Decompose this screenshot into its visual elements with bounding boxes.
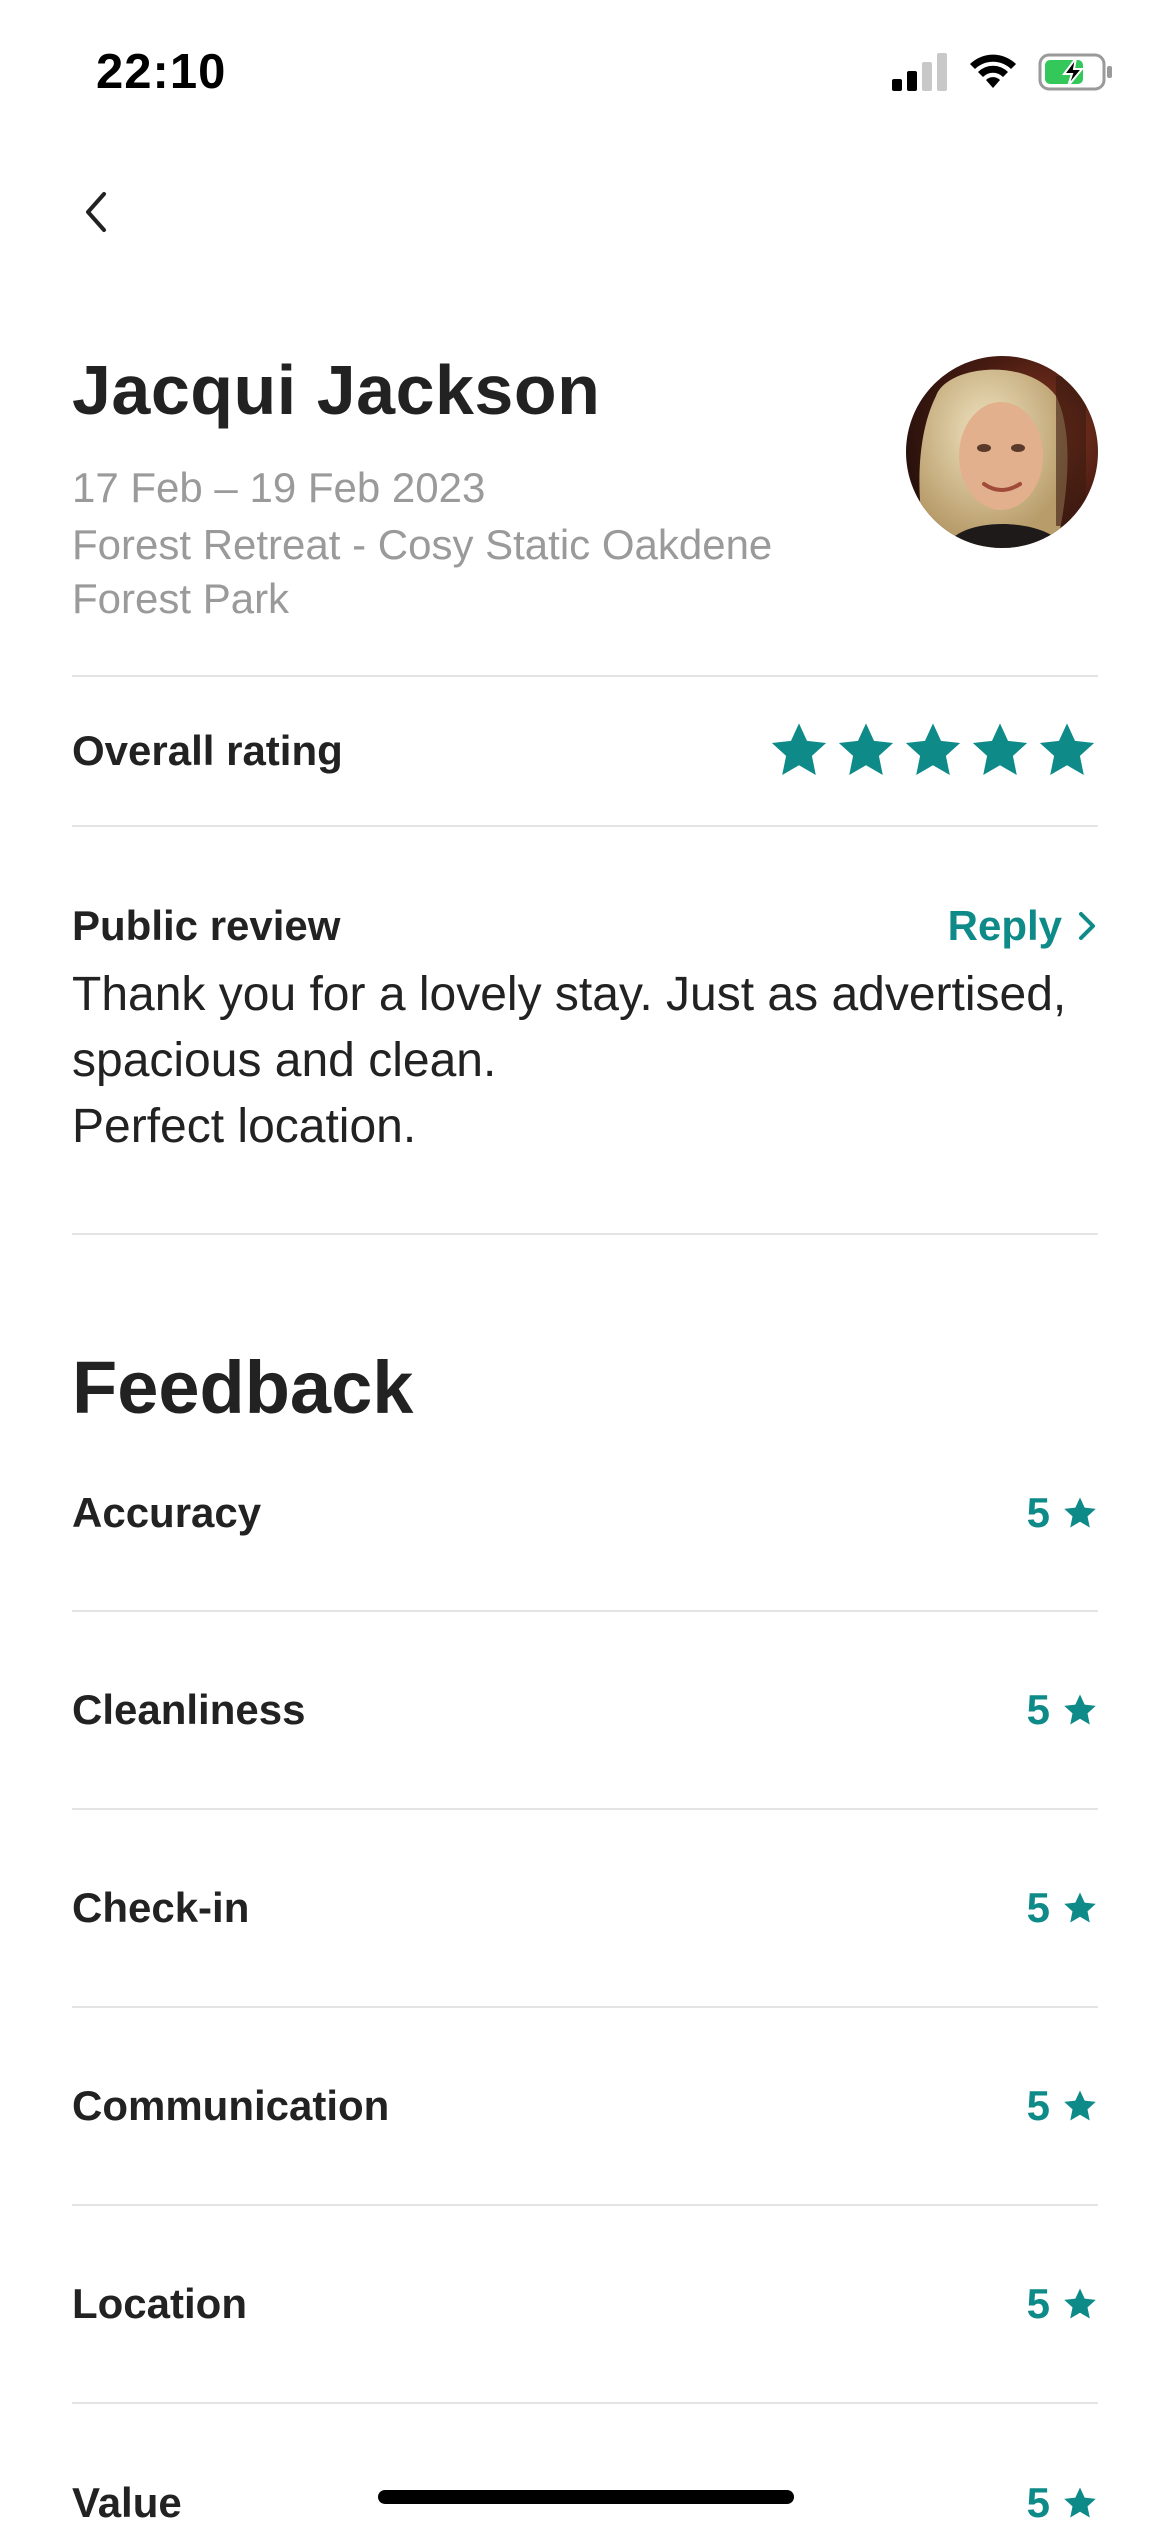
home-indicator[interactable]	[378, 2490, 794, 2504]
feedback-score-value: 5	[1026, 1489, 1050, 1536]
star-icon	[1064, 1891, 1096, 1922]
feedback-row-location: Location 5	[72, 2206, 1098, 2404]
feedback-score-value: 5	[1026, 1884, 1050, 1931]
chevron-left-icon	[86, 192, 106, 232]
feedback-score: 5	[1027, 2280, 1098, 2328]
status-bar: 22:10	[0, 0, 1170, 140]
feedback-score-value: 5	[1026, 2280, 1050, 2327]
feedback-score: 5	[1027, 2082, 1098, 2130]
feedback-label: Check-in	[72, 1884, 250, 1931]
feedback-score-value: 5	[1026, 2082, 1050, 2129]
overall-rating-row: Overall rating	[72, 676, 1098, 826]
feedback-row-check-in: Check-in 5	[72, 1810, 1098, 2008]
feedback-score-value: 5	[1026, 1686, 1050, 1733]
feedback-score: 5	[1027, 1489, 1098, 1537]
feedback-row-cleanliness: Cleanliness 5	[72, 1612, 1098, 1810]
star-icon	[1064, 2486, 1096, 2517]
review-line: Thank you for a lovely stay. Just as adv…	[72, 968, 1067, 1021]
feedback-label: Location	[72, 2280, 247, 2327]
feedback-score: 5	[1027, 2479, 1098, 2527]
back-button[interactable]	[64, 180, 128, 244]
guest-avatar[interactable]	[906, 356, 1098, 548]
star-icon	[838, 723, 894, 776]
reply-button[interactable]: Reply	[948, 902, 1098, 950]
feedback-score: 5	[1027, 1884, 1098, 1932]
overall-rating-stars	[768, 721, 1098, 781]
listing-name-line1: Forest Retreat - Cosy Static Oakdene	[72, 521, 773, 568]
public-review-header: Public review Reply	[72, 890, 1098, 962]
feedback-score-value: 5	[1026, 2479, 1050, 2526]
feedback-label: Cleanliness	[72, 1686, 306, 1733]
reply-label: Reply	[947, 902, 1062, 949]
status-time: 22:10	[96, 45, 227, 99]
feedback-row-communication: Communication 5	[72, 2008, 1098, 2206]
cellular-signal-icon	[892, 53, 947, 91]
star-icon	[1064, 2089, 1096, 2120]
guest-name: Jacqui Jackson	[72, 351, 601, 429]
star-icon	[1064, 1693, 1096, 1724]
star-icon	[771, 723, 827, 776]
divider	[72, 1233, 1098, 1235]
feedback-row-value: Value 5	[72, 2404, 1098, 2532]
public-review-section: Public review Reply Thank you for a love…	[72, 890, 1098, 1160]
listing-name: Forest Retreat - Cosy Static Oakdene For…	[72, 518, 852, 626]
star-icon	[972, 723, 1028, 776]
review-line: spacious and clean.	[72, 1034, 497, 1087]
feedback-score: 5	[1027, 1686, 1098, 1734]
public-review-text: Thank you for a lovely stay. Just as adv…	[72, 962, 1098, 1160]
avatar-photo	[906, 356, 1098, 548]
status-icons	[892, 52, 1114, 92]
star-icon	[1064, 1496, 1096, 1527]
star-icon	[905, 723, 961, 776]
star-icon	[1039, 723, 1095, 776]
wifi-icon	[970, 54, 1016, 88]
listing-name-line2: Forest Park	[72, 575, 290, 622]
feedback-label: Value	[72, 2479, 182, 2526]
review-line: Perfect location.	[72, 1100, 417, 1153]
feedback-label: Accuracy	[72, 1489, 262, 1536]
overall-rating-label: Overall rating	[72, 727, 343, 774]
public-review-label: Public review	[72, 902, 341, 949]
divider	[72, 825, 1098, 827]
feedback-list: Accuracy 5 Cleanliness 5 Check-in 5 Comm…	[72, 1440, 1098, 2532]
stay-dates: 17 Feb – 19 Feb 2023	[72, 464, 486, 511]
chevron-right-icon	[1079, 912, 1095, 940]
feedback-label: Communication	[72, 2082, 390, 2129]
review-header: Jacqui Jackson 17 Feb – 19 Feb 2023 Fore…	[72, 350, 1098, 650]
star-icon	[1064, 2287, 1096, 2318]
feedback-row-accuracy: Accuracy 5	[72, 1416, 1098, 1612]
battery-charging-icon	[1038, 53, 1112, 91]
